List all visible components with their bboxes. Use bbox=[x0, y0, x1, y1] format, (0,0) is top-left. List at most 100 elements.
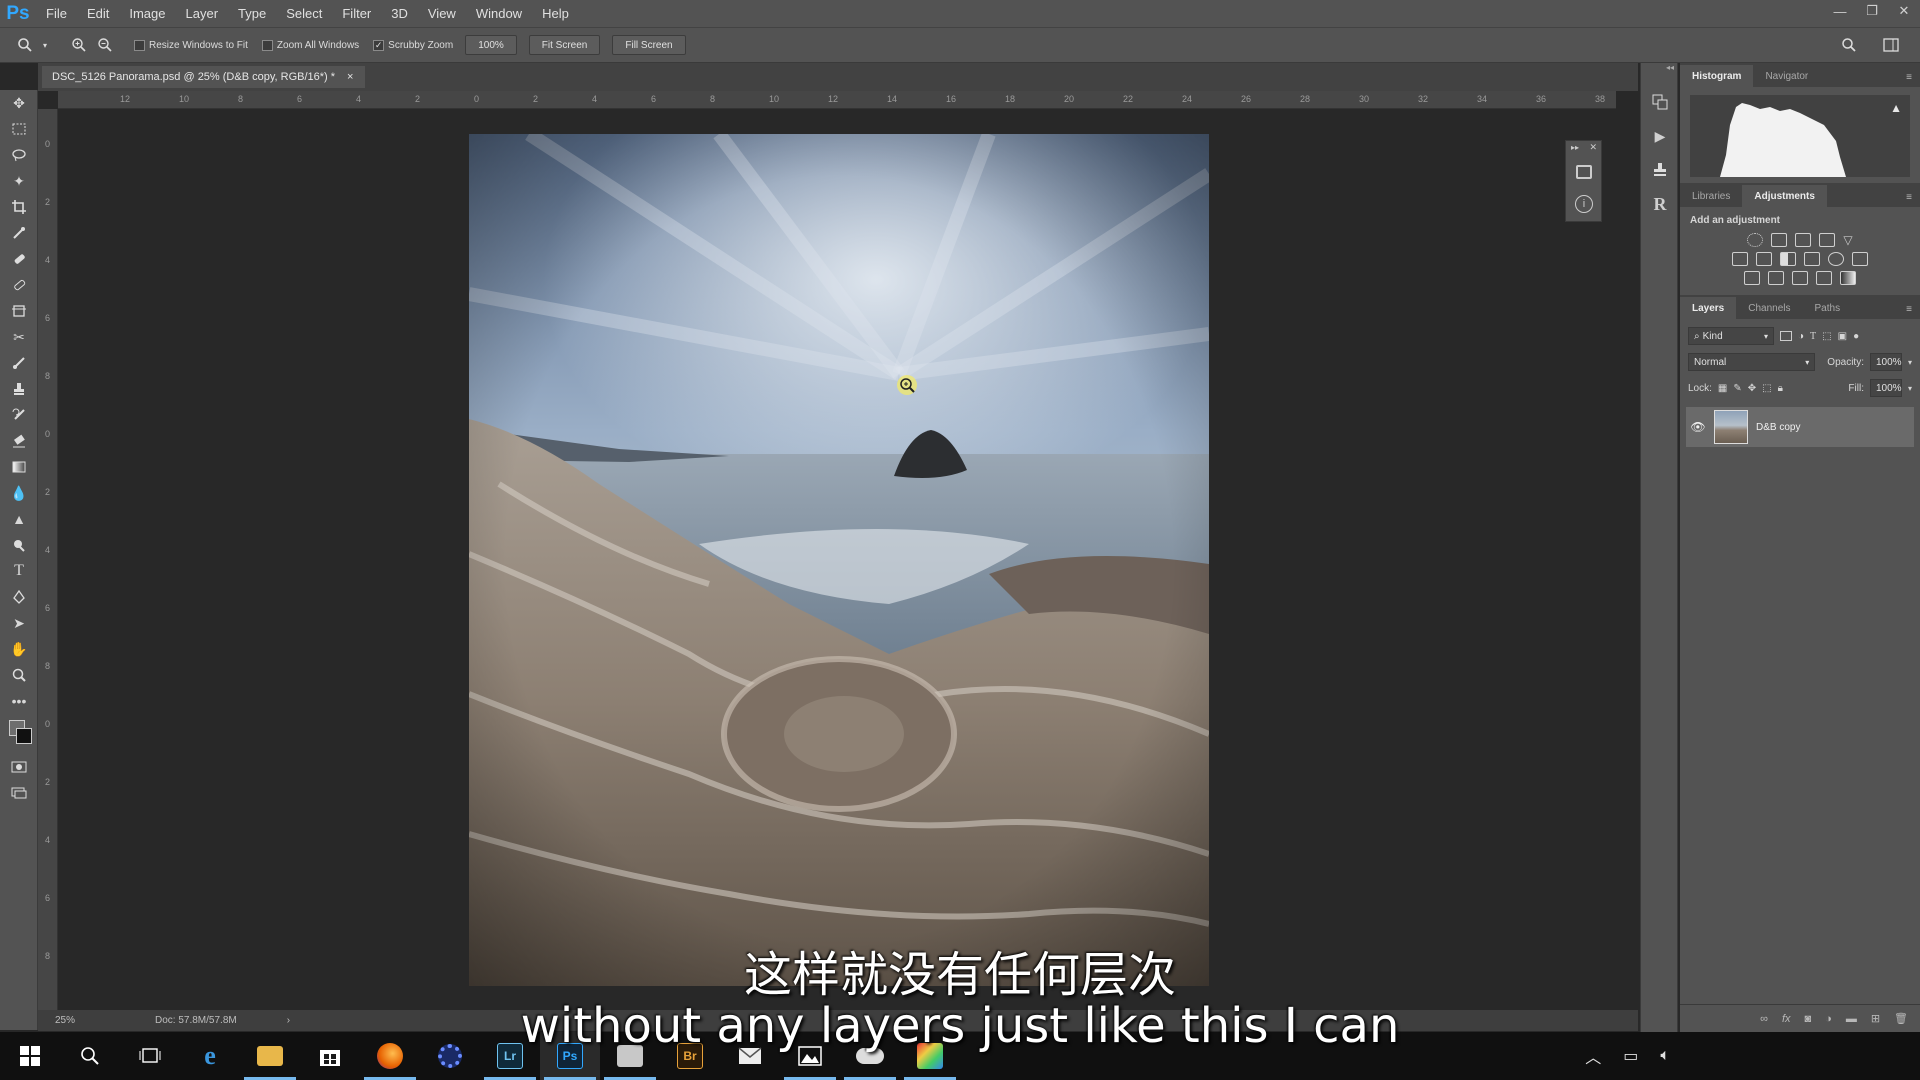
menu-select[interactable]: Select bbox=[276, 0, 332, 27]
eye-icon[interactable]: 👁︎ bbox=[1686, 420, 1710, 434]
zoom-all-windows-checkbox[interactable]: Zoom All Windows bbox=[261, 39, 359, 51]
eyedropper-icon[interactable] bbox=[0, 220, 38, 246]
sharpen-tool-icon[interactable]: ▲ bbox=[0, 506, 38, 532]
blend-mode-select[interactable]: Normal ▾ bbox=[1688, 353, 1816, 371]
history-brush-icon[interactable] bbox=[0, 402, 38, 428]
color-swatches-icon[interactable] bbox=[0, 714, 38, 754]
black-white-icon[interactable] bbox=[1780, 252, 1796, 266]
menu-help[interactable]: Help bbox=[532, 0, 579, 27]
fit-screen-button[interactable]: Fit Screen bbox=[528, 35, 601, 55]
exposure-icon[interactable] bbox=[1819, 233, 1836, 247]
filter-toggle-icon[interactable]: ● bbox=[1853, 331, 1859, 342]
curves-icon[interactable] bbox=[1795, 233, 1812, 247]
menu-filter[interactable]: Filter bbox=[332, 0, 381, 27]
menu-view[interactable]: View bbox=[418, 0, 466, 27]
checkbox-unchecked-icon[interactable] bbox=[261, 39, 273, 51]
ruler-vertical[interactable]: 024680246802468 bbox=[38, 109, 58, 1019]
marquee-tool-icon[interactable] bbox=[0, 116, 38, 142]
ruler-horizontal[interactable]: 12 10 8 6 4 2 0 2 4 6 8 10 12 14 16 18 20 22 24 26 28 30 32 34 3… bbox=[58, 91, 1616, 109]
layer-thumbnail[interactable] bbox=[1714, 410, 1748, 444]
tab-navigator[interactable]: Navigator bbox=[1753, 65, 1820, 87]
zoom-tool-icon[interactable] bbox=[0, 662, 38, 688]
menu-file[interactable]: File bbox=[36, 0, 77, 27]
eraser-icon[interactable] bbox=[0, 428, 38, 454]
dodge-tool-icon[interactable] bbox=[0, 532, 38, 558]
filter-smart-object-icon[interactable]: ▣ bbox=[1838, 331, 1847, 342]
menu-image[interactable]: Image bbox=[119, 0, 175, 27]
layer-name[interactable]: D&B copy bbox=[1756, 422, 1800, 433]
chevron-down-icon[interactable]: ▾ bbox=[1908, 358, 1912, 367]
menu-type[interactable]: Type bbox=[228, 0, 276, 27]
close-panel-icon[interactable]: ✕ bbox=[1589, 142, 1597, 153]
filter-type-icon[interactable]: T bbox=[1810, 331, 1816, 342]
levels-icon[interactable] bbox=[1771, 233, 1788, 247]
color-lookup-icon[interactable] bbox=[1852, 252, 1868, 266]
quick-mask-icon[interactable] bbox=[0, 754, 38, 780]
tab-adjustments[interactable]: Adjustments bbox=[1742, 185, 1827, 207]
panel-menu-icon[interactable]: ≡ bbox=[1898, 304, 1920, 319]
document-image[interactable] bbox=[469, 134, 1209, 986]
patch-tool-icon[interactable] bbox=[0, 272, 38, 298]
pen-tool-icon[interactable] bbox=[0, 584, 38, 610]
close-icon[interactable]: ✕ bbox=[1888, 0, 1920, 22]
selective-color-icon[interactable] bbox=[1816, 271, 1832, 285]
gradient-tool-icon[interactable] bbox=[0, 454, 38, 480]
fill-input[interactable]: 100% bbox=[1869, 379, 1902, 397]
tab-paths[interactable]: Paths bbox=[1803, 297, 1853, 319]
info-icon[interactable]: i bbox=[1575, 195, 1593, 213]
scrubby-zoom-checkbox[interactable]: ✓ Scrubby Zoom bbox=[373, 39, 453, 51]
type-tool-icon[interactable]: T bbox=[0, 558, 38, 584]
vibrance-icon[interactable]: ▽ bbox=[1843, 233, 1852, 247]
path-selection-icon[interactable]: ➤ bbox=[0, 610, 38, 636]
lock-transparent-icon[interactable]: ▦ bbox=[1718, 383, 1727, 394]
actions-play-icon[interactable]: ▶ bbox=[1641, 119, 1679, 153]
checkbox-checked-icon[interactable]: ✓ bbox=[373, 39, 385, 51]
restore-icon[interactable]: ❐ bbox=[1856, 0, 1888, 22]
fill-screen-button[interactable]: Fill Screen bbox=[612, 35, 686, 55]
channel-mixer-icon[interactable] bbox=[1828, 252, 1844, 266]
menu-edit[interactable]: Edit bbox=[77, 0, 119, 27]
collapse-icon[interactable]: ▸▸ bbox=[1571, 143, 1579, 152]
tab-layers[interactable]: Layers bbox=[1680, 297, 1737, 319]
workspace-icon[interactable] bbox=[1880, 34, 1902, 56]
posterize-icon[interactable] bbox=[1768, 271, 1784, 285]
history-icon[interactable] bbox=[1641, 85, 1679, 119]
gradient-map-icon[interactable] bbox=[1840, 271, 1856, 285]
collapse-icon[interactable]: ◂◂ bbox=[1641, 63, 1677, 77]
filter-shape-icon[interactable]: ⬚ bbox=[1822, 331, 1831, 342]
color-balance-icon[interactable] bbox=[1756, 252, 1772, 266]
zoom-100-button[interactable]: 100% bbox=[465, 35, 517, 55]
document-tab[interactable]: DSC_5126 Panorama.psd @ 25% (D&B copy, R… bbox=[42, 66, 366, 88]
lasso-tool-icon[interactable] bbox=[0, 142, 38, 168]
filter-adjustment-icon[interactable]: ◑ bbox=[1798, 331, 1804, 342]
tab-channels[interactable]: Channels bbox=[1736, 297, 1802, 319]
hand-tool-icon[interactable]: ✋ bbox=[0, 636, 38, 662]
hue-saturation-icon[interactable] bbox=[1732, 252, 1748, 266]
more-tools-icon[interactable]: ••• bbox=[0, 688, 38, 714]
minimize-icon[interactable]: — bbox=[1824, 0, 1856, 22]
plugin-r-icon[interactable]: R bbox=[1641, 187, 1679, 221]
chevron-down-icon[interactable]: ▾ bbox=[40, 34, 50, 56]
lock-image-icon[interactable]: ✎ bbox=[1733, 383, 1741, 394]
brush-tool-icon[interactable] bbox=[0, 350, 38, 376]
menu-window[interactable]: Window bbox=[466, 0, 532, 27]
magic-wand-icon[interactable]: ✦ bbox=[0, 168, 38, 194]
zoom-in-icon[interactable] bbox=[68, 34, 90, 56]
move-tool-icon[interactable]: ✥ bbox=[0, 90, 38, 116]
frame-tool-icon[interactable] bbox=[0, 298, 38, 324]
opacity-input[interactable]: 100% bbox=[1869, 353, 1902, 371]
warning-icon[interactable]: ▲ bbox=[1890, 101, 1902, 115]
kind-filter-select[interactable]: ⌕ Kind ▾ bbox=[1688, 327, 1774, 345]
clone-source-icon[interactable] bbox=[1641, 153, 1679, 187]
properties-icon[interactable] bbox=[1576, 165, 1592, 179]
invert-icon[interactable] bbox=[1744, 271, 1760, 285]
search-icon[interactable] bbox=[1838, 34, 1860, 56]
layer-item[interactable]: 👁︎ D&B copy bbox=[1686, 407, 1914, 447]
resize-windows-checkbox[interactable]: Resize Windows to Fit bbox=[134, 39, 248, 51]
content-aware-move-icon[interactable]: ✂ bbox=[0, 324, 38, 350]
blur-tool-icon[interactable]: 💧 bbox=[0, 480, 38, 506]
menu-layer[interactable]: Layer bbox=[176, 0, 229, 27]
checkbox-unchecked-icon[interactable] bbox=[134, 39, 145, 51]
photo-filter-icon[interactable] bbox=[1804, 252, 1820, 266]
panel-menu-icon[interactable]: ≡ bbox=[1898, 192, 1920, 207]
